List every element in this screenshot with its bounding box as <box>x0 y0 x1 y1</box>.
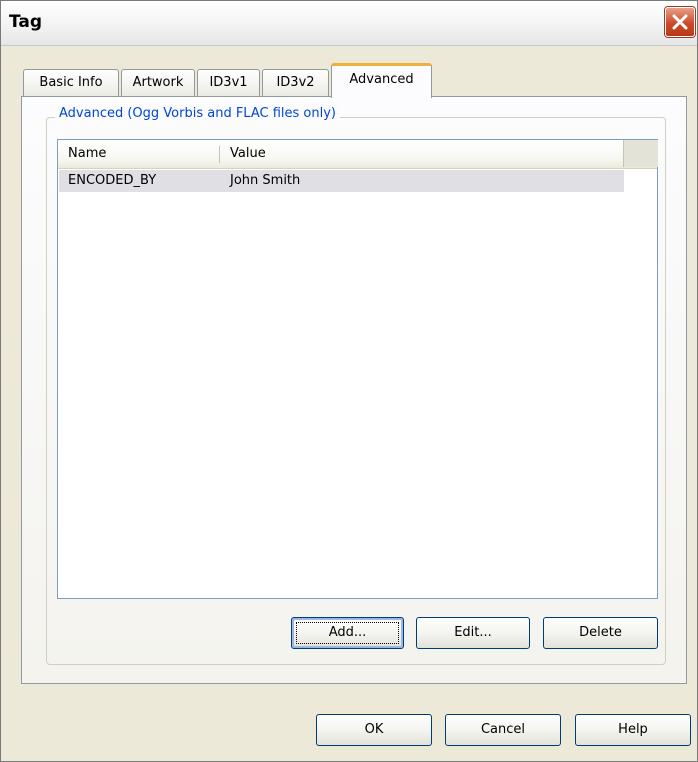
tab-id3v2[interactable]: ID3v2 <box>262 69 329 97</box>
tab-label: Artwork <box>132 75 184 90</box>
header-filler <box>623 140 658 167</box>
ok-button[interactable]: OK <box>316 714 432 746</box>
add-button[interactable]: Add... <box>291 617 404 649</box>
close-button[interactable] <box>665 7 695 37</box>
tag-list-view[interactable]: Name Value ENCODED_BY John Smith <box>57 139 658 599</box>
tab-basic-info[interactable]: Basic Info <box>23 69 119 97</box>
tab-label: Basic Info <box>39 75 103 90</box>
column-header-name[interactable]: Name <box>58 140 218 168</box>
list-row[interactable]: ENCODED_BY John Smith <box>59 170 624 192</box>
column-header-value[interactable]: Value <box>220 140 622 168</box>
cancel-button[interactable]: Cancel <box>445 714 561 746</box>
tab-artwork[interactable]: Artwork <box>121 69 195 97</box>
tab-id3v1[interactable]: ID3v1 <box>197 69 260 97</box>
tab-label: ID3v1 <box>209 75 248 90</box>
group-title: Advanced (Ogg Vorbis and FLAC files only… <box>55 106 340 121</box>
delete-button-label: Delete <box>579 625 622 640</box>
ok-button-label: OK <box>364 722 384 737</box>
tab-advanced[interactable]: Advanced <box>331 63 432 98</box>
tab-label: Advanced <box>349 72 414 87</box>
add-button-label: Add... <box>328 625 367 640</box>
delete-button[interactable]: Delete <box>543 617 658 649</box>
window-title: Tag <box>9 12 43 32</box>
cell-name: ENCODED_BY <box>68 173 157 188</box>
title-bar[interactable]: Tag <box>1 1 697 46</box>
column-header-label: Value <box>230 146 266 161</box>
advanced-tab-panel: Advanced (Ogg Vorbis and FLAC files only… <box>21 96 687 684</box>
close-icon <box>672 14 688 30</box>
help-button-label: Help <box>618 722 648 737</box>
tag-dialog: Tag Basic Info Artwork ID3v1 ID3v2 Advan… <box>0 0 698 762</box>
help-button[interactable]: Help <box>575 714 691 746</box>
cell-value: John Smith <box>230 173 301 188</box>
tab-label: ID3v2 <box>276 75 315 90</box>
edit-button[interactable]: Edit... <box>416 617 530 649</box>
list-header: Name Value <box>58 140 658 169</box>
cancel-button-label: Cancel <box>480 722 526 737</box>
column-header-label: Name <box>68 146 107 161</box>
edit-button-label: Edit... <box>454 625 492 640</box>
